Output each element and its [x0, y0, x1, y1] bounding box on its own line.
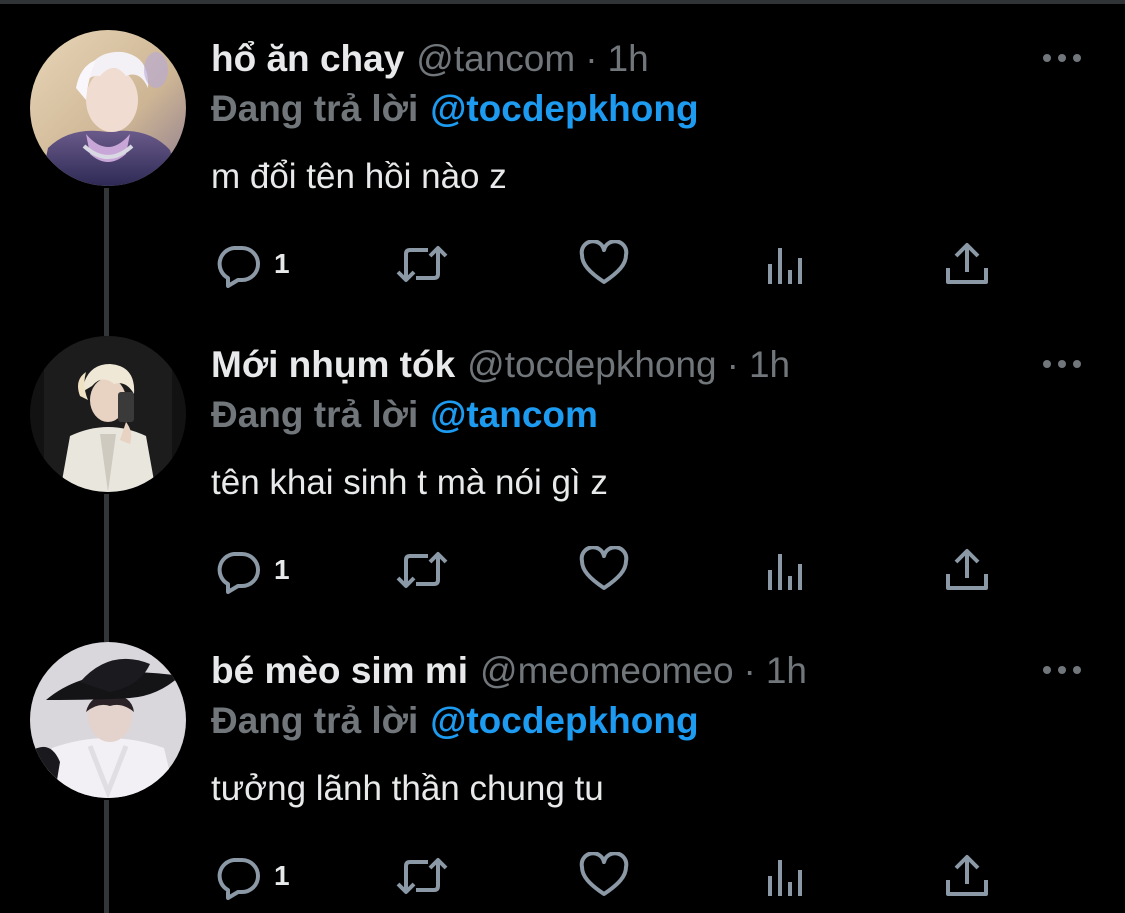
more-options-button[interactable] [1040, 352, 1084, 376]
share-button[interactable] [944, 542, 990, 598]
avatar[interactable] [30, 642, 186, 798]
display-name[interactable]: bé mèo sim mi [211, 650, 468, 692]
more-options-button[interactable] [1040, 658, 1084, 682]
replying-to-label: Đang trả lời [211, 394, 419, 435]
share-upload-icon [946, 243, 988, 284]
replying-to: Đang trả lời @tocdepkhong [211, 86, 699, 132]
tweet-text: tên khai sinh t mà nói gì z [211, 463, 608, 502]
like-button[interactable] [579, 236, 629, 292]
replying-to-label: Đang trả lời [211, 88, 419, 129]
replying-to: Đang trả lời @tancom [211, 392, 598, 438]
reply-count: 1 [274, 554, 290, 585]
reply-bubble-icon [217, 552, 260, 594]
tweet[interactable]: Mới nhụm tók @tocdepkhong · 1h Đang trả … [0, 306, 1125, 612]
share-upload-icon [946, 855, 988, 896]
like-button[interactable] [579, 848, 629, 904]
replying-to-label: Đang trả lời [211, 700, 419, 741]
heart-icon [579, 546, 629, 590]
analytics-bars-icon [768, 554, 802, 590]
reply-button[interactable]: 1 [214, 542, 290, 598]
more-horizontal-icon [1043, 54, 1081, 62]
avatar-photo-mirror-selfie [30, 336, 186, 492]
reply-thread: hổ ăn chay @tancom · 1h Đang trả lời @to… [0, 0, 1125, 913]
retweet-icon [396, 552, 448, 588]
tweet-actions: 1 [0, 848, 1125, 904]
user-handle[interactable]: @tancom [416, 38, 575, 80]
analytics-bars-icon [768, 860, 802, 896]
tweet-actions: 1 [0, 542, 1125, 598]
retweet-button[interactable] [394, 236, 450, 292]
avatar[interactable] [30, 30, 186, 186]
like-button[interactable] [579, 542, 629, 598]
retweet-button[interactable] [394, 542, 450, 598]
reply-button[interactable]: 1 [214, 236, 290, 292]
avatar[interactable] [30, 336, 186, 492]
share-button[interactable] [944, 848, 990, 904]
tweet[interactable]: hổ ăn chay @tancom · 1h Đang trả lời @to… [0, 0, 1125, 306]
replying-to-handle[interactable]: @tocdepkhong [430, 700, 698, 742]
display-name[interactable]: Mới nhụm tók [211, 344, 455, 386]
timestamp[interactable]: 1h [766, 650, 807, 692]
replying-to: Đang trả lời @tocdepkhong [211, 698, 699, 744]
retweet-icon [396, 858, 448, 894]
heart-icon [579, 852, 629, 896]
timestamp[interactable]: 1h [749, 344, 790, 386]
tweet-header: bé mèo sim mi @meomeomeo · 1h [211, 648, 807, 694]
tweet-text: tưởng lãnh thần chung tu [211, 769, 604, 808]
heart-icon [579, 240, 629, 284]
user-handle[interactable]: @tocdepkhong [467, 344, 716, 386]
more-options-button[interactable] [1040, 46, 1084, 70]
retweet-button[interactable] [394, 848, 450, 904]
share-button[interactable] [944, 236, 990, 292]
display-name[interactable]: hổ ăn chay [211, 38, 404, 80]
analytics-bars-icon [768, 248, 802, 284]
more-horizontal-icon [1043, 666, 1081, 674]
replying-to-handle[interactable]: @tocdepkhong [430, 88, 698, 130]
reply-bubble-icon [217, 246, 260, 288]
separator-dot: · [743, 650, 756, 691]
separator-dot: · [585, 38, 598, 79]
reply-count: 1 [274, 860, 290, 891]
timestamp[interactable]: 1h [608, 38, 649, 80]
retweet-icon [396, 246, 448, 282]
views-button[interactable] [764, 236, 808, 292]
views-button[interactable] [764, 848, 808, 904]
tweet-actions: 1 [0, 236, 1125, 292]
reply-count: 1 [274, 248, 290, 279]
replying-to-handle[interactable]: @tancom [430, 394, 598, 436]
more-horizontal-icon [1043, 360, 1081, 368]
reply-bubble-icon [217, 858, 260, 900]
separator-dot: · [726, 344, 739, 385]
reply-button[interactable]: 1 [214, 848, 290, 904]
share-upload-icon [946, 549, 988, 590]
avatar-photo-white-hair [30, 30, 186, 186]
avatar-photo-black-hat [30, 642, 186, 798]
user-handle[interactable]: @meomeomeo [480, 650, 734, 692]
tweet-text: m đổi tên hồi nào z [211, 157, 507, 196]
tweet-header: hổ ăn chay @tancom · 1h [211, 36, 649, 82]
tweet[interactable]: bé mèo sim mi @meomeomeo · 1h Đang trả l… [0, 612, 1125, 913]
views-button[interactable] [764, 542, 808, 598]
tweet-header: Mới nhụm tók @tocdepkhong · 1h [211, 342, 790, 388]
